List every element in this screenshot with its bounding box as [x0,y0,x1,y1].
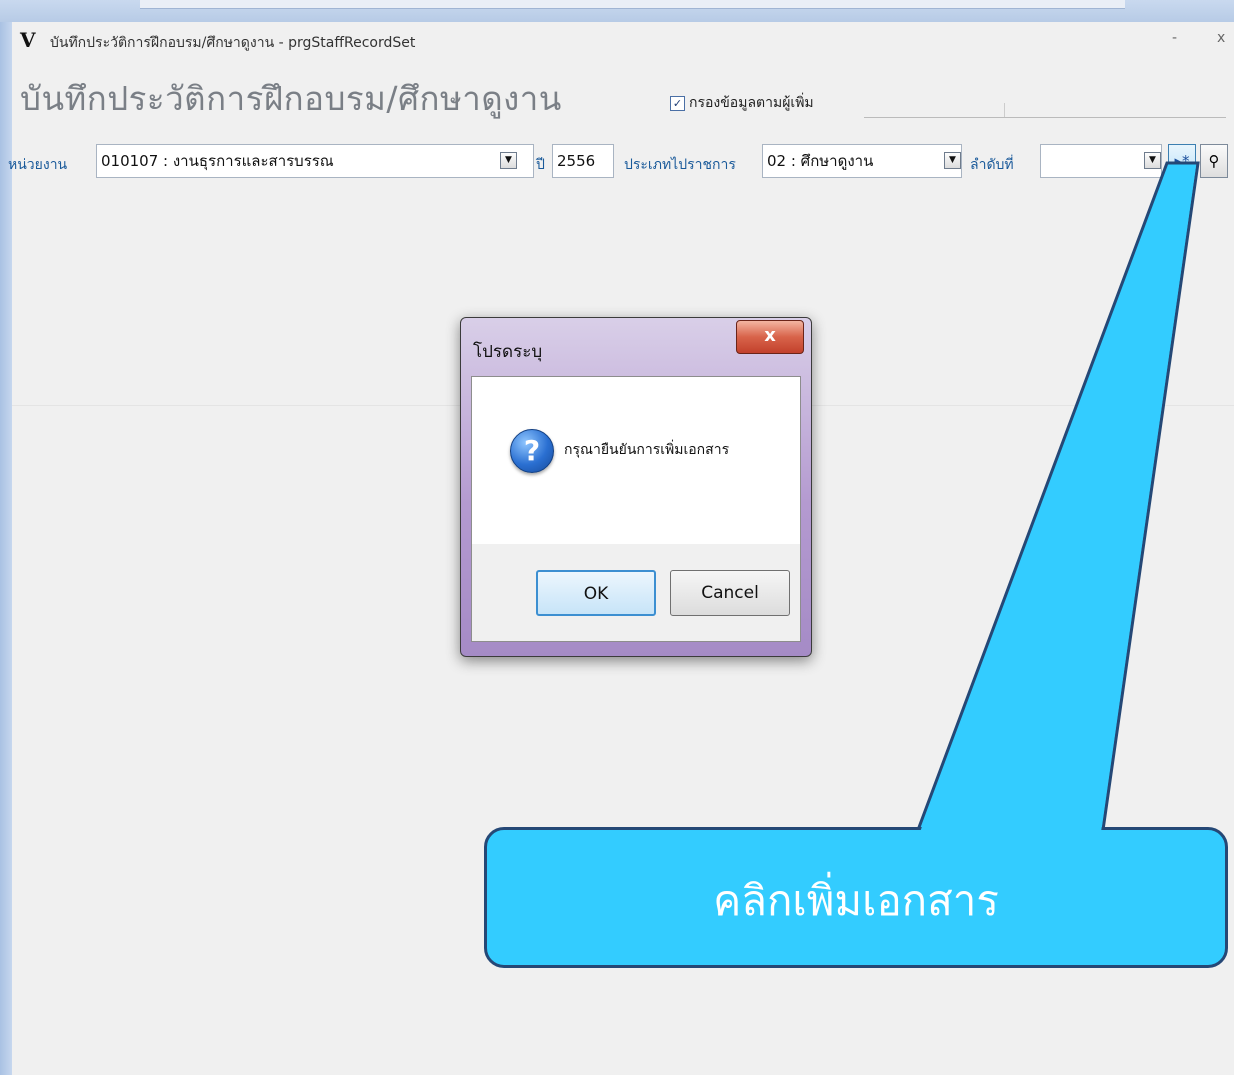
app-logo-icon: V [20,28,36,52]
trip-type-label: ประเภทไปราชการ [624,157,736,173]
filter-user-field[interactable] [864,103,1226,118]
cancel-button[interactable]: Cancel [670,570,790,616]
trip-type-dropdown-icon[interactable]: ▼ [944,152,961,169]
ok-button[interactable]: OK [536,570,656,616]
dialog-close-button[interactable]: x [736,320,804,354]
dialog-button-bar: OK Cancel [472,544,800,641]
year-value: 2556 [557,152,596,170]
unit-label: หน่วยงาน [8,157,68,173]
trip-type-value: 02 : ศึกษาดูงาน [767,152,874,170]
sequence-label: ลำดับที่ [970,157,1014,173]
year-input[interactable]: 2556 [552,144,614,178]
year-label: ปี [536,157,545,173]
question-icon: ? [510,429,554,473]
background-window-strip [140,0,1125,9]
dialog-title: โปรดระบุ [473,342,543,362]
trip-type-select[interactable]: 02 : ศึกษาดูงาน [762,144,962,178]
filter-by-creator[interactable]: ✓ กรองข้อมูลตามผู้เพิ่ม [670,92,814,114]
confirm-dialog: โปรดระบุ x ? กรุณายืนยันการเพิ่มเอกสาร O… [460,317,812,657]
unit-dropdown-icon[interactable]: ▼ [500,152,517,169]
dialog-message: กรุณายืนยันการเพิ่มเอกสาร [564,442,730,458]
filter-field-divider [1004,103,1005,117]
title-bar: V บันทึกประวัติการฝึกอบรม/ศึกษาดูงาน - p… [12,22,1234,58]
binoculars-search-icon[interactable]: ⚲ [1200,144,1228,178]
page-title: บันทึกประวัติการฝึกอบรม/ศึกษาดูงาน [20,79,562,118]
dialog-body: ? กรุณายืนยันการเพิ่มเอกสาร OK Cancel [471,376,801,642]
outer-window-frame [0,0,1234,22]
sequence-dropdown-icon[interactable]: ▼ [1144,152,1161,169]
close-button[interactable]: x [1217,30,1225,46]
filter-label: กรองข้อมูลตามผู้เพิ่ม [689,95,814,111]
window-title: บันทึกประวัติการฝึกอบรม/ศึกษาดูงาน - prg… [50,35,416,51]
filter-checkbox[interactable]: ✓ [670,95,685,111]
unit-select[interactable]: 010107 : งานธุรการและสารบรรณ [96,144,534,178]
new-record-icon[interactable]: ▸* [1168,144,1196,178]
minimize-button[interactable]: - [1172,30,1177,46]
unit-value: 010107 : งานธุรการและสารบรรณ [101,152,334,170]
